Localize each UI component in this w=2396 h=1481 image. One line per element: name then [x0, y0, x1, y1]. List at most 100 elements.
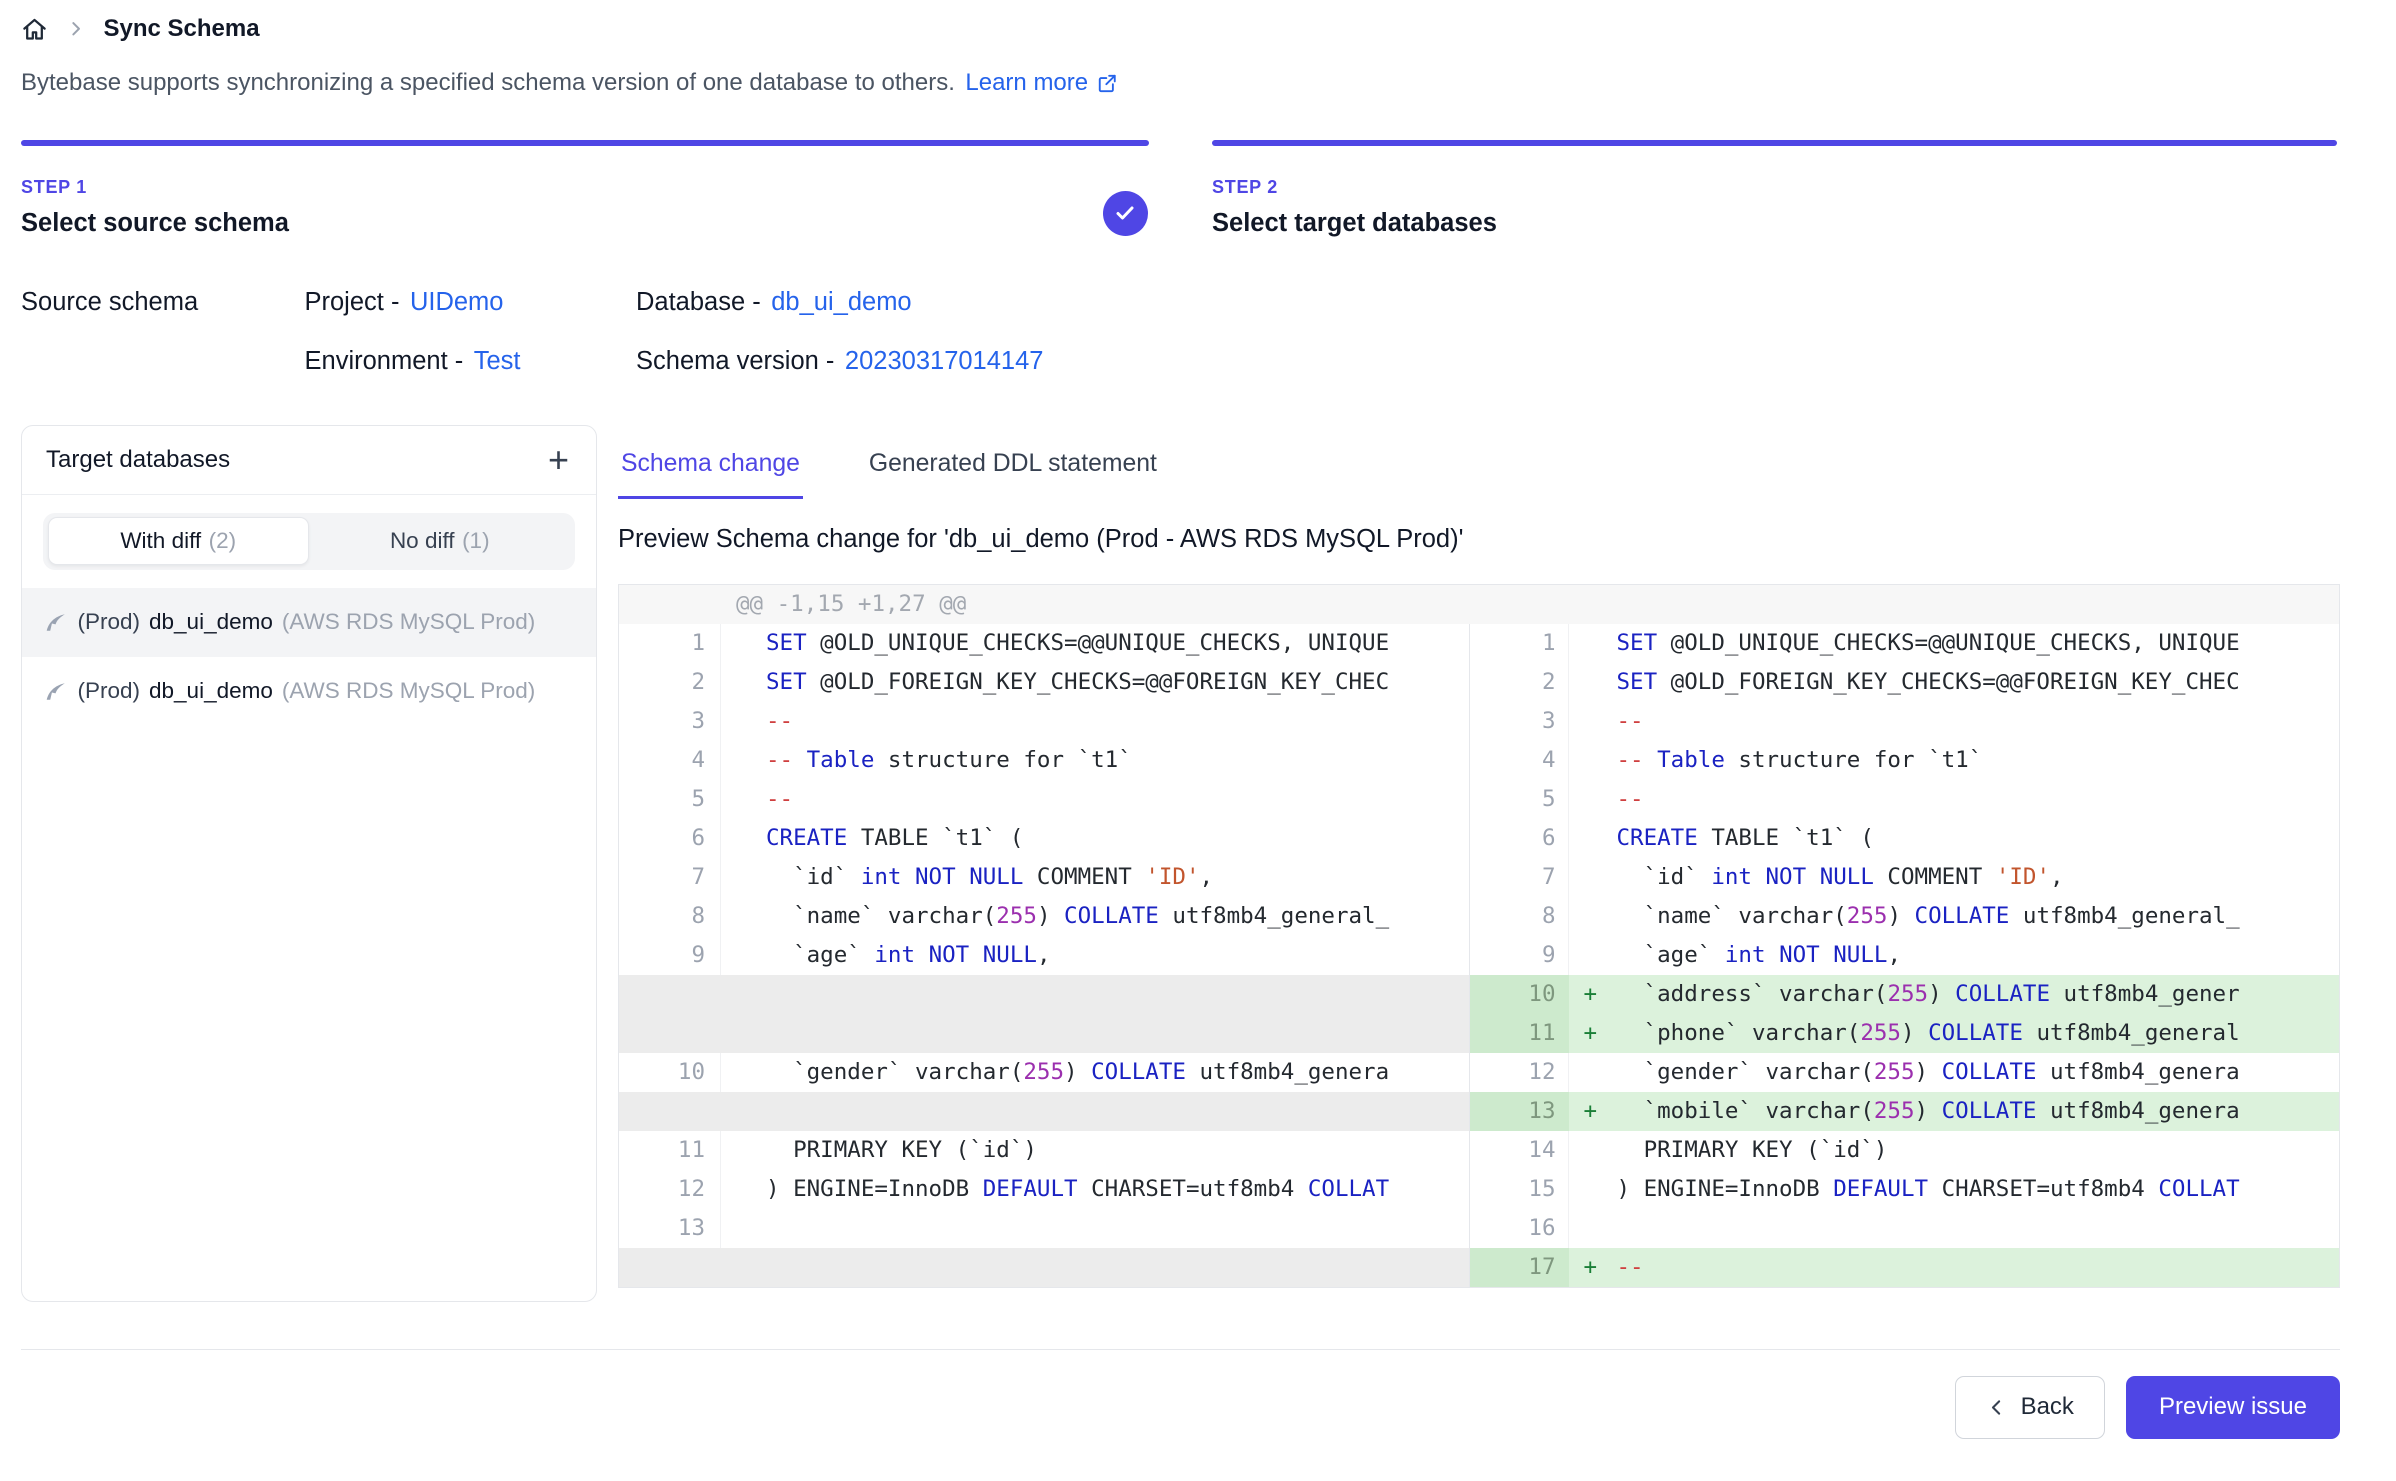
preview-issue-button[interactable]: Preview issue — [2126, 1376, 2340, 1439]
database-label: Database - — [636, 288, 761, 317]
left-code-line: CREATE TABLE `t1` ( — [721, 819, 1470, 858]
left-line-number: 10 — [619, 1053, 721, 1092]
diff-row: 13+ `mobile` varchar(255) COLLATE utf8mb… — [619, 1092, 2339, 1131]
right-line-number: 17 — [1470, 1248, 1569, 1287]
right-code-line: ) ENGINE=InnoDB DEFAULT CHARSET=utf8mb4 … — [1569, 1170, 2340, 1209]
step2-eyebrow: STEP 2 — [1212, 177, 1497, 198]
left-code-line: `name` varchar(255) COLLATE utf8mb4_gene… — [721, 897, 1470, 936]
right-code-line: PRIMARY KEY (`id`) — [1569, 1131, 2340, 1170]
right-code-line: SET @OLD_FOREIGN_KEY_CHECKS=@@FOREIGN_KE… — [1569, 663, 2340, 702]
database-name: db_ui_demo — [149, 678, 273, 704]
left-code-line: -- — [721, 780, 1470, 819]
left-line-number: 7 — [619, 858, 721, 897]
project-label: Project - — [305, 288, 400, 317]
diff-row: 3--3-- — [619, 702, 2339, 741]
right-line-number: 10 — [1470, 975, 1569, 1014]
target-database-item[interactable]: (Prod) db_ui_demo (AWS RDS MySQL Prod) — [22, 588, 596, 657]
preview-tabs: Schema change Generated DDL statement — [618, 447, 1160, 499]
right-line-number: 8 — [1470, 897, 1569, 936]
left-line-number: 1 — [619, 624, 721, 663]
left-line-number — [619, 975, 721, 1014]
back-button[interactable]: Back — [1955, 1376, 2105, 1439]
right-code-line: `name` varchar(255) COLLATE utf8mb4_gene… — [1569, 897, 2340, 936]
environment-link[interactable]: Test — [474, 347, 521, 376]
left-line-number: 12 — [619, 1170, 721, 1209]
diff-row: 2 SET @OLD_FOREIGN_KEY_CHECKS=@@FOREIGN_K… — [619, 663, 2339, 702]
add-target-database-button[interactable]: + — [545, 442, 572, 478]
description-text: Bytebase supports synchronizing a specif… — [21, 69, 955, 97]
diff-row: 17+-- — [619, 1248, 2339, 1287]
schema-version-link[interactable]: 20230317014147 — [845, 347, 1044, 376]
right-code-line: CREATE TABLE `t1` ( — [1569, 819, 2340, 858]
tab-schema-change[interactable]: Schema change — [618, 447, 803, 499]
left-code-line: -- — [721, 702, 1470, 741]
tab-no-diff-label: No diff — [390, 528, 455, 554]
left-line-number: 9 — [619, 936, 721, 975]
diff-row: 4-- Table structure for `t1`4-- Table st… — [619, 741, 2339, 780]
chevron-right-icon — [66, 19, 86, 39]
right-code-line: SET @OLD_UNIQUE_CHECKS=@@UNIQUE_CHECKS, … — [1569, 624, 2340, 663]
left-code-line: `id` int NOT NULL COMMENT 'ID', — [721, 858, 1470, 897]
mysql-engine-icon — [43, 609, 69, 635]
left-code-line — [721, 975, 1470, 1014]
target-databases-title: Target databases — [46, 446, 230, 474]
diff-row: 5--5-- — [619, 780, 2339, 819]
right-code-line: +-- — [1569, 1248, 2340, 1287]
step2: STEP 2 Select target databases — [1212, 177, 1497, 238]
right-line-number: 4 — [1470, 741, 1569, 780]
step1-progress-bar — [21, 140, 1149, 146]
right-line-number: 12 — [1470, 1053, 1569, 1092]
left-code-line — [721, 1209, 1470, 1248]
left-line-number: 6 — [619, 819, 721, 858]
database-environment: (Prod) — [78, 609, 141, 635]
diff-row: 7 `id` int NOT NULL COMMENT 'ID',7 `id` … — [619, 858, 2339, 897]
left-line-number: 13 — [619, 1209, 721, 1248]
tab-generated-ddl[interactable]: Generated DDL statement — [866, 447, 1160, 499]
right-line-number: 11 — [1470, 1014, 1569, 1053]
database-instance: (AWS RDS MySQL Prod) — [282, 678, 575, 704]
right-line-number: 3 — [1470, 702, 1569, 741]
left-code-line: PRIMARY KEY (`id`) — [721, 1131, 1470, 1170]
tab-no-diff[interactable]: No diff (1) — [309, 517, 571, 565]
home-icon[interactable] — [21, 16, 48, 43]
left-code-line — [721, 1248, 1470, 1287]
left-line-number — [619, 1014, 721, 1053]
diff-row: 11 PRIMARY KEY (`id`)14 PRIMARY KEY (`id… — [619, 1131, 2339, 1170]
project-link[interactable]: UIDemo — [410, 288, 504, 317]
schema-diff-viewer[interactable]: @@ -1,15 +1,27 @@1 SET @OLD_UNIQUE_CHECKS… — [618, 584, 2340, 1288]
preview-title: Preview Schema change for 'db_ui_demo (P… — [618, 525, 1463, 554]
target-databases-panel: Target databases + With diff (2) No diff… — [21, 425, 597, 1303]
right-code-line: `id` int NOT NULL COMMENT 'ID', — [1569, 858, 2340, 897]
diff-hunk-header: @@ -1,15 +1,27 @@ — [619, 585, 1471, 624]
database-field: Database - db_ui_demo — [636, 288, 1043, 317]
left-code-line — [721, 1092, 1470, 1131]
project-field: Project - UIDemo — [305, 288, 637, 317]
left-code-line: `gender` varchar(255) COLLATE utf8mb4_ge… — [721, 1053, 1470, 1092]
database-link[interactable]: db_ui_demo — [771, 288, 911, 317]
environment-field: Environment - Test — [305, 347, 637, 376]
step2-label: Select target databases — [1212, 209, 1497, 238]
tab-with-diff-label: With diff — [120, 528, 201, 554]
left-line-number: 4 — [619, 741, 721, 780]
environment-label: Environment - — [305, 347, 464, 376]
target-database-item[interactable]: (Prod) db_ui_demo (AWS RDS MySQL Prod) — [22, 657, 596, 726]
right-line-number: 15 — [1470, 1170, 1569, 1209]
right-code-line: `age` int NOT NULL, — [1569, 936, 2340, 975]
diff-filter-tabs: With diff (2) No diff (1) — [43, 513, 575, 570]
schema-version-field: Schema version - 20230317014147 — [636, 347, 1043, 376]
breadcrumb: Sync Schema — [21, 15, 260, 43]
left-line-number: 11 — [619, 1131, 721, 1170]
diff-row: 12 ) ENGINE=InnoDB DEFAULT CHARSET=utf8mb… — [619, 1170, 2339, 1209]
right-code-line — [1569, 1209, 2340, 1248]
right-line-number: 7 — [1470, 858, 1569, 897]
diff-row: 11+ `phone` varchar(255) COLLATE utf8mb4… — [619, 1014, 2339, 1053]
diff-hunk-header-spacer — [1471, 585, 2339, 624]
database-name: db_ui_demo — [149, 609, 273, 635]
right-line-number: 6 — [1470, 819, 1569, 858]
step1: STEP 1 Select source schema — [21, 177, 289, 238]
external-link-icon — [1096, 72, 1119, 95]
tab-with-diff[interactable]: With diff (2) — [48, 517, 310, 565]
left-line-number: 2 — [619, 663, 721, 702]
source-schema-fields: Project - UIDemo Database - db_ui_demo E… — [305, 288, 1044, 376]
learn-more-link[interactable]: Learn more — [965, 69, 1118, 97]
